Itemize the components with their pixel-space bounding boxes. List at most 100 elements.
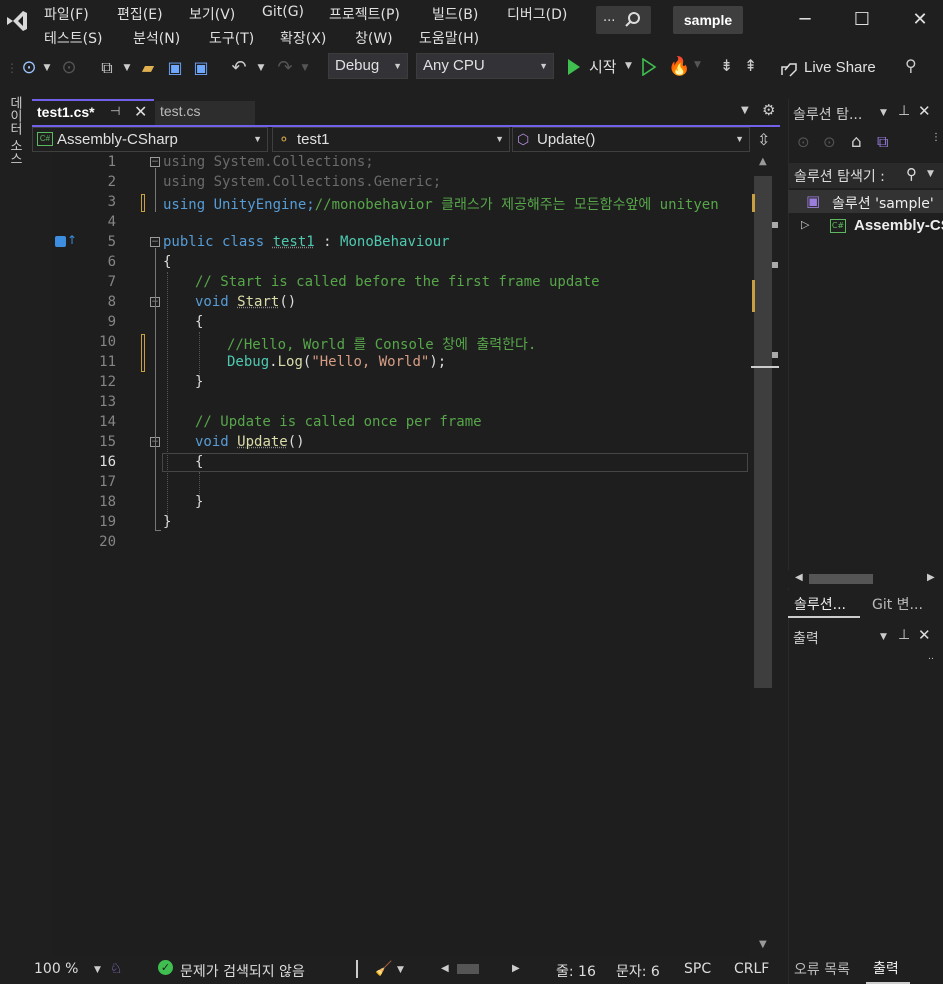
chevron-down-icon[interactable]: ▼	[397, 965, 404, 975]
tab-test1-cs[interactable]: test1.cs* ⊣ ✕	[32, 99, 154, 125]
back-icon[interactable]: ⊙	[18, 56, 40, 80]
menu-analyze[interactable]: 분석(N)	[133, 28, 180, 48]
collapse-icon[interactable]: −	[150, 237, 160, 247]
redo-dropdown-icon[interactable]: ▼	[300, 56, 310, 80]
tab-solution-explorer[interactable]: 솔루션...	[788, 590, 860, 618]
tree-item-solution[interactable]: ▣ 솔루션 'sample'	[788, 190, 943, 213]
menu-build[interactable]: 빌드(B)	[432, 4, 478, 24]
switch-views-icon[interactable]: ⧉	[877, 132, 888, 152]
line-ending-indicator[interactable]: CRLF	[734, 961, 769, 977]
redo-icon[interactable]: ↷	[274, 56, 296, 80]
home-icon[interactable]: ⌂	[851, 132, 862, 152]
pin-icon[interactable]: ⊣	[110, 104, 120, 118]
minimize-icon[interactable]: ─	[795, 10, 815, 30]
scroll-down-icon[interactable]: ▼	[759, 939, 767, 950]
start-without-debugging-icon[interactable]	[641, 58, 657, 76]
start-button[interactable]: 시작 ▼	[564, 55, 634, 79]
scroll-left-icon[interactable]: ◀	[795, 572, 803, 583]
solution-hscrollbar[interactable]: ◀ ▶	[788, 570, 943, 588]
class-nav-dropdown[interactable]: ⚬ test1 ▼	[272, 127, 510, 152]
tab-output[interactable]: 출력	[866, 955, 910, 984]
menu-debug[interactable]: 디버그(D)	[507, 4, 567, 24]
platform-dropdown[interactable]: Any CPU ▼	[416, 53, 554, 79]
save-icon[interactable]: ▣	[164, 56, 186, 80]
pin-icon[interactable]: ⊥	[898, 103, 910, 119]
step-icon[interactable]: ⇟	[720, 56, 733, 75]
undo-dropdown-icon[interactable]: ▼	[256, 56, 266, 80]
split-editor-icon[interactable]: ⇳	[757, 130, 770, 149]
project-nav-dropdown[interactable]: C# Assembly-CSharp ▼	[32, 127, 268, 152]
code-line-8: void Start()	[195, 294, 297, 310]
scroll-left-icon[interactable]: ◀	[441, 963, 449, 974]
menu-view[interactable]: 보기(V)	[189, 4, 235, 24]
new-item-icon[interactable]: ⧉	[96, 56, 118, 80]
expand-icon[interactable]: ▷	[801, 218, 809, 231]
scrollbar-thumb[interactable]	[809, 574, 873, 584]
zoom-level[interactable]: 100 %	[34, 961, 78, 977]
tree-item-project[interactable]: ▷ C# Assembly-CS	[788, 215, 943, 238]
forward-icon[interactable]: ⊙	[58, 56, 80, 80]
unity-message-icon[interactable]	[55, 236, 66, 247]
pane-options-icon[interactable]: ▼	[880, 632, 887, 642]
tab-label: test1.cs*	[37, 104, 95, 120]
menu-extensions[interactable]: 확장(X)	[280, 28, 326, 48]
whitespace-indicator[interactable]: SPC	[684, 961, 711, 977]
hot-reload-icon[interactable]: 🔥	[668, 56, 690, 77]
feedback-icon[interactable]: ⚲	[905, 56, 917, 75]
new-item-dropdown-icon[interactable]: ▼	[122, 56, 132, 80]
scroll-up-icon[interactable]: ▲	[759, 156, 767, 167]
issues-status[interactable]: 문제가 검색되지 않음	[180, 961, 305, 981]
menu-window[interactable]: 창(W)	[355, 28, 393, 48]
undo-icon[interactable]: ↶	[228, 56, 250, 80]
scroll-right-icon[interactable]: ▶	[512, 963, 520, 974]
overflow-icon[interactable]: ‥	[928, 652, 934, 662]
hot-reload-dropdown-icon[interactable]: ▼	[694, 60, 701, 70]
code-cleanup-icon[interactable]: 🧹	[375, 961, 392, 977]
menu-git[interactable]: Git(G)	[262, 4, 304, 20]
open-folder-icon[interactable]: ▰	[137, 56, 159, 80]
gear-icon[interactable]: ⚙	[762, 101, 775, 119]
column-indicator[interactable]: 문자: 6	[616, 961, 660, 981]
overflow-icon[interactable]: ⋮	[931, 132, 941, 143]
back-dropdown-icon[interactable]: ▼	[42, 56, 52, 80]
line-indicator[interactable]: 줄: 16	[556, 961, 596, 981]
maximize-icon[interactable]: ☐	[852, 10, 872, 30]
tab-test-cs[interactable]: test.cs	[155, 101, 255, 125]
member-nav-dropdown[interactable]: ⬡ Update() ▼	[512, 127, 750, 152]
menu-edit[interactable]: 편집(E)	[117, 4, 163, 24]
code-editor[interactable]	[52, 152, 750, 957]
tab-list-dropdown-icon[interactable]: ▼	[741, 105, 749, 116]
menu-project[interactable]: 프로젝트(P)	[329, 4, 400, 24]
step-over-icon[interactable]: ⇞	[744, 56, 757, 75]
project-name-badge[interactable]: sample	[673, 6, 743, 34]
save-all-icon[interactable]: ▣	[190, 56, 212, 80]
menu-file[interactable]: 파일(F)	[44, 4, 89, 24]
data-sources-tab[interactable]: 데이터 소스	[4, 96, 24, 165]
code-line-10: //Hello, World 를 Console 창에 출력한다.	[227, 337, 537, 353]
scrollbar-thumb[interactable]	[754, 176, 772, 688]
solution-search-box[interactable]: 솔루션 탐색기 : ⚲ ▼	[788, 163, 943, 188]
collapse-icon[interactable]: −	[150, 157, 160, 167]
line-number: 20	[99, 534, 116, 550]
forward-icon[interactable]: ⊙	[823, 133, 836, 151]
hscroll-thumb[interactable]	[457, 964, 479, 974]
scroll-right-icon[interactable]: ▶	[927, 572, 935, 583]
config-dropdown[interactable]: Debug ▼	[328, 53, 408, 79]
tab-git-changes[interactable]: Git 변...	[866, 590, 943, 618]
menu-tools[interactable]: 도구(T)	[209, 28, 254, 48]
pane-options-icon[interactable]: ▼	[880, 108, 887, 118]
intellicode-icon[interactable]: ♘	[110, 961, 123, 977]
tab-error-list[interactable]: 오류 목록	[788, 955, 864, 984]
close-tab-icon[interactable]: ✕	[134, 102, 147, 121]
pin-icon[interactable]: ⊥	[898, 627, 910, 643]
close-pane-icon[interactable]: ✕	[918, 102, 931, 120]
close-window-icon[interactable]: ✕	[910, 10, 930, 30]
menu-test[interactable]: 테스트(S)	[44, 28, 102, 48]
vertical-scrollbar[interactable]: ▲ ▼	[751, 152, 779, 957]
search-box[interactable]: ...	[596, 6, 651, 34]
menu-help[interactable]: 도움말(H)	[419, 28, 479, 48]
zoom-dropdown-icon[interactable]: ▼	[94, 965, 101, 975]
live-share-button[interactable]: Live Share	[778, 58, 878, 80]
back-icon[interactable]: ⊙	[797, 133, 810, 151]
close-pane-icon[interactable]: ✕	[918, 626, 931, 644]
